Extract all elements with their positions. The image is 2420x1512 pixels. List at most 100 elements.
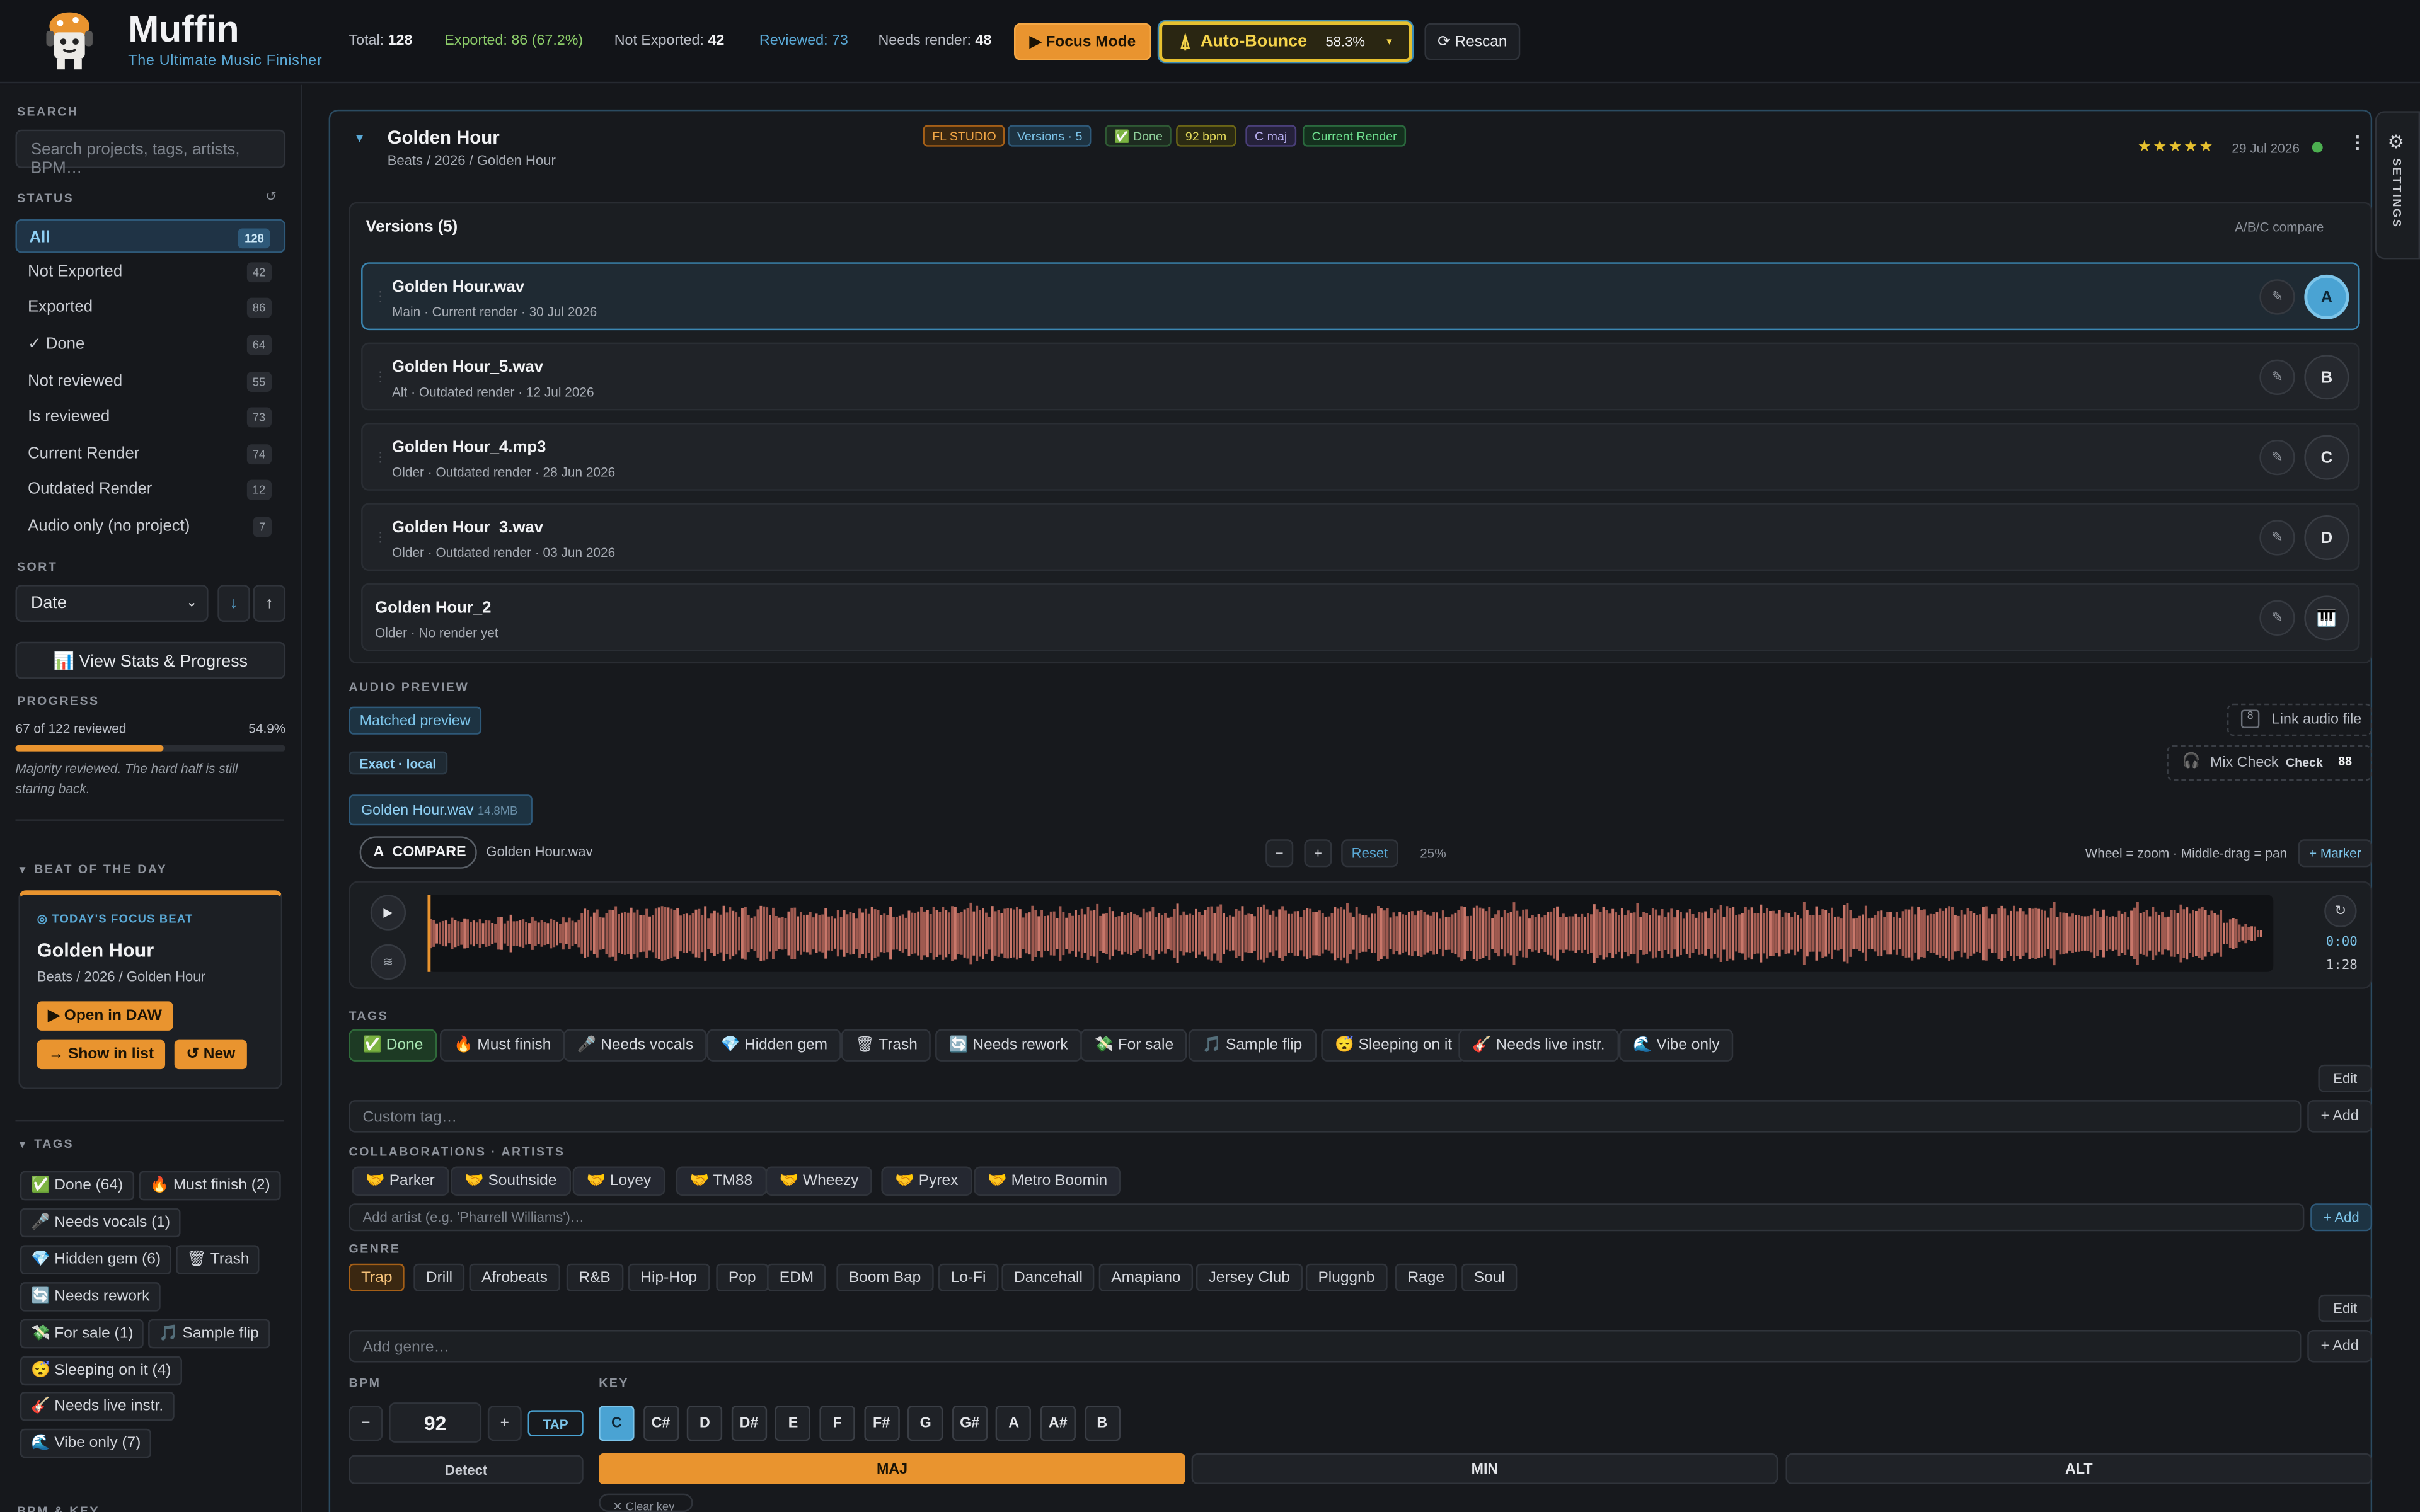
status-filter-item[interactable]: ✓ Done 64 <box>15 327 285 361</box>
edit-pencil-icon[interactable]: ✎ <box>2259 600 2295 636</box>
compare-toggle[interactable]: A COMPARE <box>359 836 477 869</box>
status-filter-item[interactable]: Not Exported 42 <box>15 255 285 289</box>
bpm-decrement-button[interactable]: − <box>349 1406 383 1441</box>
zoom-in-button[interactable]: + <box>1304 839 1332 868</box>
tag-chip[interactable]: 🔄 Needs rework <box>935 1029 1082 1062</box>
key-note-button[interactable]: A <box>996 1406 1032 1441</box>
genre-chip[interactable]: Pop <box>716 1263 769 1292</box>
key-note-button[interactable]: G# <box>952 1406 988 1441</box>
edit-genre-button[interactable]: Edit <box>2318 1294 2373 1322</box>
clear-key-button[interactable]: ✕ Clear key <box>599 1493 693 1512</box>
tap-tempo-button[interactable]: TAP <box>527 1410 584 1437</box>
open-in-daw-button[interactable]: ▶ Open in DAW <box>37 1001 173 1031</box>
sidebar-tag-chip[interactable]: 🔄 Needs rework <box>20 1282 161 1312</box>
status-filter-item[interactable]: All 128 <box>15 219 286 253</box>
tag-chip[interactable]: 🎸 Needs live instr. <box>1458 1029 1619 1062</box>
abc-compare-label[interactable]: A/B/C compare <box>2235 219 2324 234</box>
version-row[interactable]: Golden Hour_2 Older · No render yet ✎ 🎹 <box>361 583 2360 651</box>
genre-chip[interactable]: Drill <box>413 1263 465 1292</box>
refresh-icon[interactable]: ↻ <box>2324 895 2357 927</box>
artist-chip[interactable]: 🤝 Parker <box>352 1166 449 1196</box>
drag-handle-icon[interactable]: ⋮ <box>374 369 388 386</box>
key-note-button[interactable]: F <box>819 1406 855 1441</box>
show-in-list-button[interactable]: → Show in list <box>37 1040 166 1070</box>
key-note-button[interactable]: A# <box>1040 1406 1076 1441</box>
sort-asc-button[interactable]: ↑ <box>253 585 286 622</box>
edit-pencil-icon[interactable]: ✎ <box>2259 279 2295 315</box>
sort-select[interactable]: Date ⌄ <box>15 585 209 622</box>
version-row[interactable]: ⋮ Golden Hour_5.wav Alt · Outdated render … <box>361 342 2360 411</box>
reset-icon[interactable]: ↺ <box>265 188 276 205</box>
bpm-increment-button[interactable]: + <box>487 1406 522 1441</box>
mode-alt-button[interactable]: ALT <box>1785 1453 2373 1484</box>
edit-pencil-icon[interactable]: ✎ <box>2259 359 2295 395</box>
view-stats-button[interactable]: 📊 View Stats & Progress <box>15 641 286 679</box>
sidebar-tag-chip[interactable]: 💎 Hidden gem (6) <box>20 1245 172 1274</box>
tag-chip[interactable]: 😴 Sleeping on it <box>1321 1029 1466 1062</box>
loop-icon[interactable]: ≋ <box>370 944 406 980</box>
sort-desc-button[interactable]: ↓ <box>217 585 250 622</box>
version-row[interactable]: ⋮ Golden Hour_3.wav Older · Outdated rende… <box>361 503 2360 571</box>
artist-chip[interactable]: 🤝 TM88 <box>676 1166 767 1196</box>
genre-chip[interactable]: Rage <box>1395 1263 1457 1292</box>
genre-chip[interactable]: Jersey Club <box>1196 1263 1303 1292</box>
genre-chip[interactable]: Pluggnb <box>1305 1263 1387 1292</box>
key-note-button[interactable]: G <box>908 1406 943 1441</box>
status-filter-item[interactable]: Not reviewed 55 <box>15 364 285 398</box>
edit-pencil-icon[interactable]: ✎ <box>2259 520 2295 556</box>
key-note-button[interactable]: D# <box>731 1406 767 1441</box>
waveform[interactable] <box>427 895 2274 972</box>
artist-chip[interactable]: 🤝 Pyrex <box>881 1166 972 1196</box>
add-genre-button[interactable]: + Add <box>2307 1330 2373 1363</box>
detect-button[interactable]: Detect <box>349 1455 584 1484</box>
mode-maj-button[interactable]: MAJ <box>599 1453 1185 1484</box>
sidebar-tag-chip[interactable]: ✅ Done (64) <box>20 1171 134 1201</box>
artist-chip[interactable]: 🤝 Metro Boomin <box>974 1166 1122 1196</box>
tag-chip[interactable]: 🎤 Needs vocals <box>563 1029 708 1062</box>
status-filter-item[interactable]: Exported 86 <box>15 290 285 324</box>
compare-slot-button[interactable]: A <box>2304 274 2349 319</box>
sidebar-tag-chip[interactable]: 🎵 Sample flip <box>148 1319 270 1349</box>
sidebar-tag-chip[interactable]: 🌊 Vibe only (7) <box>20 1428 152 1458</box>
compare-slot-button[interactable]: 🎹 <box>2304 595 2349 641</box>
genre-chip[interactable]: R&B <box>566 1263 623 1292</box>
key-note-button[interactable]: C# <box>643 1406 679 1441</box>
compare-slot-button[interactable]: C <box>2304 435 2349 480</box>
compare-slot-button[interactable]: B <box>2304 355 2349 400</box>
version-row[interactable]: ⋮ Golden Hour.wav Main · Current render · … <box>361 262 2360 331</box>
rating-stars[interactable]: ★★★★★ <box>2138 139 2215 156</box>
mode-min-button[interactable]: MIN <box>1191 1453 1778 1484</box>
tag-chip[interactable]: 🗑 Trash <box>841 1029 931 1062</box>
tag-chip[interactable]: 🌊 Vibe only <box>1619 1029 1734 1062</box>
artist-chip[interactable]: 🤝 Loyey <box>572 1166 666 1196</box>
zoom-out-button[interactable]: − <box>1265 839 1294 868</box>
sidebar-tag-chip[interactable]: 💸 For sale (1) <box>20 1319 144 1349</box>
rescan-button[interactable]: ⟳ Rescan <box>1424 23 1521 60</box>
tags-header[interactable]: ▼ TAGS <box>17 1137 74 1151</box>
custom-tag-input[interactable]: Custom tag… <box>349 1100 2302 1133</box>
drag-handle-icon[interactable]: ⋮ <box>374 529 388 546</box>
status-filter-item[interactable]: Audio only (no project) 7 <box>15 509 285 543</box>
zoom-reset-button[interactable]: Reset <box>1341 839 1398 868</box>
sidebar-tag-chip[interactable]: 🎤 Needs vocals (1) <box>20 1208 182 1238</box>
genre-chip[interactable]: Soul <box>1461 1263 1518 1292</box>
status-filter-item[interactable]: Outdated Render 12 <box>15 472 285 506</box>
genre-chip[interactable]: Boom Bap <box>836 1263 933 1292</box>
new-beat-button[interactable]: ↺ New <box>174 1040 247 1070</box>
tag-chip[interactable]: 🎵 Sample flip <box>1188 1029 1317 1062</box>
add-artist-button[interactable]: + Add <box>2310 1203 2373 1232</box>
genre-chip[interactable]: Lo-Fi <box>938 1263 999 1292</box>
sidebar-tag-chip[interactable]: 🔥 Must finish (2) <box>139 1171 281 1201</box>
gear-icon[interactable]: ⚙ <box>2388 131 2404 152</box>
add-artist-input[interactable]: Add artist (e.g. 'Pharrell Williams')… <box>349 1203 2305 1232</box>
tag-chip[interactable]: 🔥 Must finish <box>439 1029 565 1062</box>
key-note-button[interactable]: D <box>687 1406 723 1441</box>
mix-check-button[interactable]: 🎧 Mix Check Check 88 <box>2167 745 2373 781</box>
artist-chip[interactable]: 🤝 Wheezy <box>765 1166 873 1196</box>
status-filter-item[interactable]: Current Render 74 <box>15 437 285 471</box>
add-tag-button[interactable]: + Add <box>2307 1100 2373 1133</box>
tag-chip[interactable]: 💎 Hidden gem <box>706 1029 842 1062</box>
genre-chip[interactable]: Hip-Hop <box>628 1263 710 1292</box>
auto-bounce-button[interactable]: ⍋ Auto-Bounce 58.3% ▾ <box>1159 21 1412 62</box>
file-chip[interactable]: Golden Hour.wav 14.8MB <box>349 794 533 826</box>
